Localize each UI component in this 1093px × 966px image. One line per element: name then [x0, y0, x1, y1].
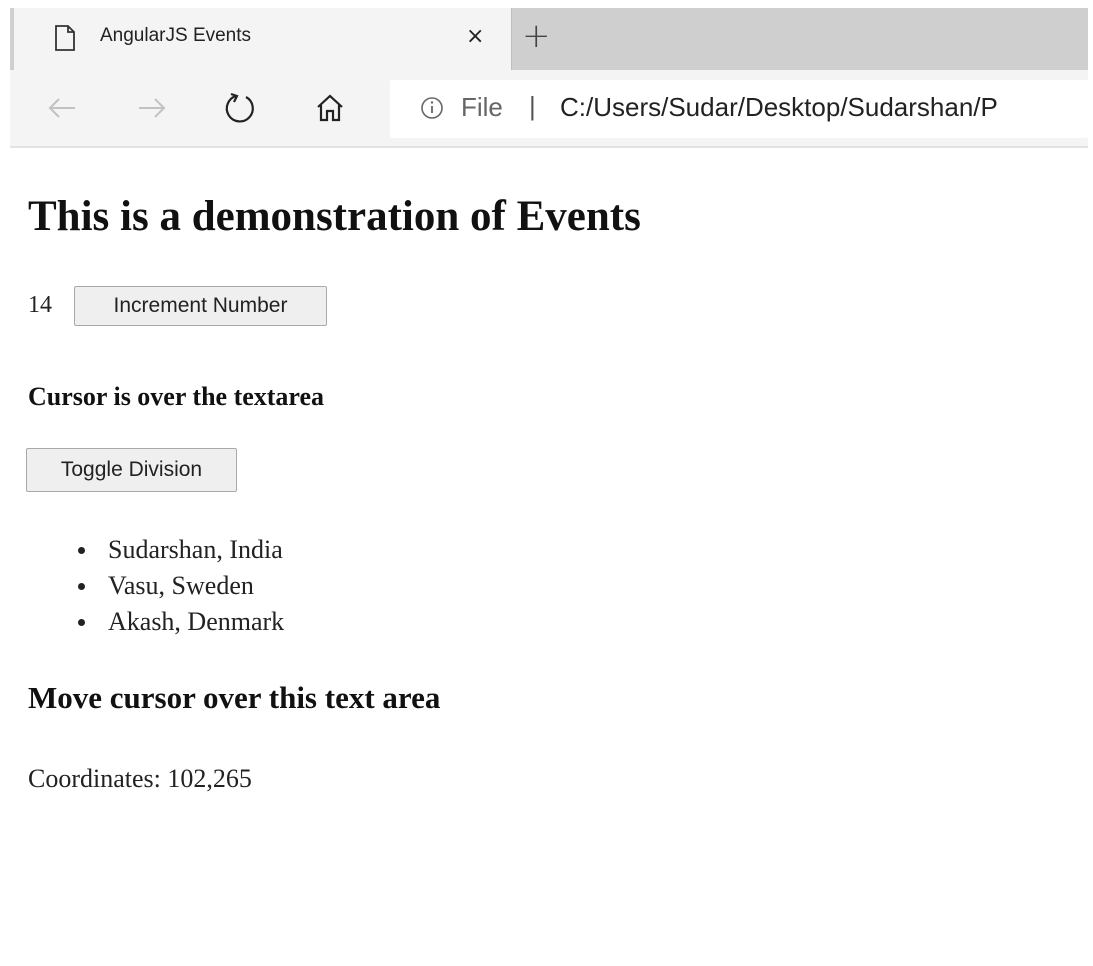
- document-icon: [55, 25, 75, 51]
- forward-arrow-icon: [139, 98, 166, 118]
- cursor-status-message: Cursor is over the textarea: [28, 382, 325, 411]
- home-icon: [317, 94, 343, 122]
- home-button[interactable]: [308, 86, 352, 130]
- list-item: Sudarshan, India: [58, 532, 284, 568]
- back-button[interactable]: [40, 86, 84, 130]
- page-title: This is a demonstration of Events: [28, 193, 641, 240]
- reload-icon: [225, 92, 254, 123]
- address-separator: |: [529, 91, 536, 121]
- new-tab-button[interactable]: +: [522, 16, 551, 56]
- page-content: This is a demonstration of Events 14 Inc…: [10, 148, 1088, 962]
- tab-angularjs-events[interactable]: AngularJS Events ×: [14, 8, 511, 70]
- tab-title: AngularJS Events: [100, 25, 252, 46]
- info-icon[interactable]: [420, 96, 444, 120]
- list-item: Akash, Denmark: [58, 604, 284, 640]
- toggle-division-button[interactable]: Toggle Division: [26, 448, 237, 492]
- back-arrow-icon: [48, 98, 75, 118]
- address-bar[interactable]: File | C:/Users/Sudar/Desktop/Sudarshan/…: [390, 80, 1088, 138]
- counter-value: 14: [28, 292, 52, 318]
- coordinates-readout: Coordinates: 102,265: [28, 764, 252, 793]
- browser-window: AngularJS Events × + File | C:/Users/Sud…: [10, 8, 1088, 962]
- people-list: Sudarshan, India Vasu, Sweden Akash, Den…: [58, 532, 284, 640]
- address-scheme-label: File: [461, 92, 503, 122]
- hover-text-area[interactable]: Move cursor over this text area: [28, 680, 440, 716]
- tab-strip: AngularJS Events × +: [10, 8, 1088, 70]
- reload-button[interactable]: [218, 86, 262, 130]
- navigation-bar: File | C:/Users/Sudar/Desktop/Sudarshan/…: [10, 70, 1088, 148]
- tab-close-button[interactable]: ×: [466, 24, 484, 49]
- increment-number-button[interactable]: Increment Number: [74, 286, 327, 326]
- forward-button[interactable]: [130, 86, 174, 130]
- address-url[interactable]: C:/Users/Sudar/Desktop/Sudarshan/P: [560, 92, 998, 123]
- list-item: Vasu, Sweden: [58, 568, 284, 604]
